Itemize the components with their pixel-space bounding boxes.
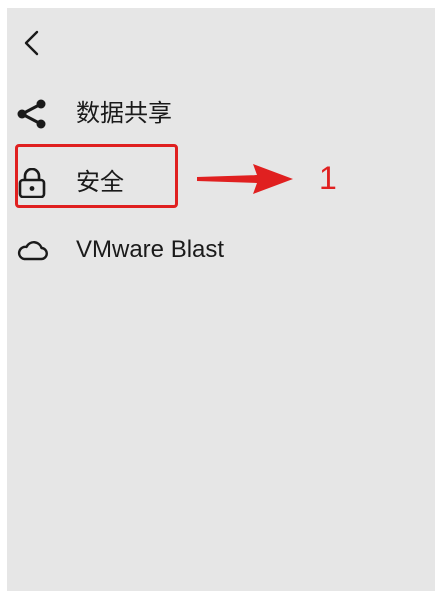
nav-item-data-sharing[interactable]: 数据共享	[7, 90, 267, 138]
annotation-arrow-icon	[197, 164, 293, 194]
annotation-highlight-box	[15, 144, 178, 208]
cloud-icon	[15, 235, 49, 265]
chevron-left-icon	[24, 30, 39, 56]
back-button[interactable]	[19, 28, 47, 58]
nav-item-label: 数据共享	[76, 100, 172, 127]
nav-item-vmware-blast[interactable]: VMware Blast	[7, 226, 267, 274]
nav-item-label: VMware Blast	[76, 236, 225, 263]
settings-panel: 数据共享 安全 VMware Blast 1	[7, 8, 435, 591]
annotation-number: 1	[319, 160, 337, 196]
share-icon	[15, 99, 49, 129]
